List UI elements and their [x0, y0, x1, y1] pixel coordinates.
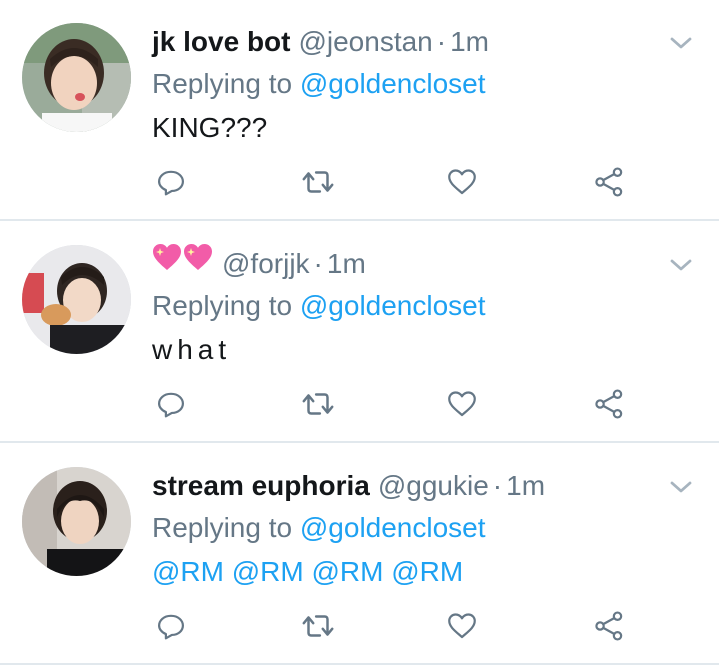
tweet-header: jk love bot @jeonstan · 1m [152, 22, 489, 62]
share-icon [592, 387, 626, 421]
tweet[interactable]: stream euphoria @ggukie · 1m Replying to @g… [0, 444, 719, 665]
chevron-down-icon[interactable] [669, 34, 693, 52]
retweet-icon [299, 163, 337, 201]
reply-button[interactable] [151, 606, 191, 646]
share-button[interactable] [589, 384, 629, 424]
share-button[interactable] [589, 606, 629, 646]
timestamp[interactable]: 1m [450, 26, 489, 57]
replying-to-label: Replying to [152, 512, 293, 543]
retweet-button[interactable] [298, 162, 338, 202]
reply-icon [154, 609, 188, 643]
retweet-button[interactable] [298, 606, 338, 646]
share-icon [592, 165, 626, 199]
like-button[interactable] [442, 606, 482, 646]
replying-to-label: Replying to [152, 290, 293, 321]
replying-to: Replying to @goldencloset [152, 286, 486, 326]
avatar[interactable] [22, 245, 131, 354]
replying-to-link[interactable]: @goldencloset [300, 512, 486, 543]
display-name[interactable]: jk love bot [152, 26, 290, 57]
timestamp[interactable]: 1m [506, 470, 545, 501]
chevron-down-icon[interactable] [669, 478, 693, 496]
timestamp[interactable]: 1m [327, 248, 366, 279]
tweet-actions [0, 606, 719, 646]
display-name[interactable] [152, 242, 214, 283]
like-icon [445, 609, 479, 643]
tweet-text: KING??? [152, 112, 268, 143]
separator-dot: · [313, 248, 323, 279]
sparkling-heart-icon [153, 244, 212, 271]
reply-icon [154, 387, 188, 421]
user-handle[interactable]: @forjjk [222, 248, 310, 279]
replying-to-label: Replying to [152, 68, 293, 99]
like-button[interactable] [442, 162, 482, 202]
like-button[interactable] [442, 384, 482, 424]
reply-button[interactable] [151, 384, 191, 424]
separator-dot: · [436, 26, 447, 57]
display-name[interactable]: stream euphoria [152, 470, 370, 501]
separator-dot: · [492, 470, 503, 501]
reply-icon [154, 165, 188, 199]
tweet-actions [0, 384, 719, 424]
tweet[interactable]: @forjjk · 1m Replying to @goldencloset wha… [0, 222, 719, 443]
retweet-icon [299, 607, 337, 645]
tweet-header: stream euphoria @ggukie · 1m [152, 466, 545, 506]
user-handle[interactable]: @jeonstan [298, 26, 432, 57]
retweet-button[interactable] [298, 384, 338, 424]
avatar[interactable] [22, 467, 131, 576]
replying-to-link[interactable]: @goldencloset [300, 290, 486, 321]
tweet-text: what [152, 334, 232, 365]
retweet-icon [299, 385, 337, 423]
replying-to: Replying to @goldencloset [152, 508, 486, 548]
tweet-text[interactable]: @RM @RM @RM @RM [152, 552, 463, 592]
tweet[interactable]: jk love bot @jeonstan · 1m Replying to @gol… [0, 0, 719, 221]
tweet-actions [0, 162, 719, 202]
share-icon [592, 609, 626, 643]
replying-to-link[interactable]: @goldencloset [300, 68, 486, 99]
tweet-header: @forjjk · 1m [152, 244, 366, 284]
avatar[interactable] [22, 23, 131, 132]
chevron-down-icon[interactable] [669, 256, 693, 274]
replying-to: Replying to @goldencloset [152, 64, 486, 104]
like-icon [445, 387, 479, 421]
like-icon [445, 165, 479, 199]
user-handle[interactable]: @ggukie [378, 470, 489, 501]
reply-button[interactable] [151, 162, 191, 202]
share-button[interactable] [589, 162, 629, 202]
